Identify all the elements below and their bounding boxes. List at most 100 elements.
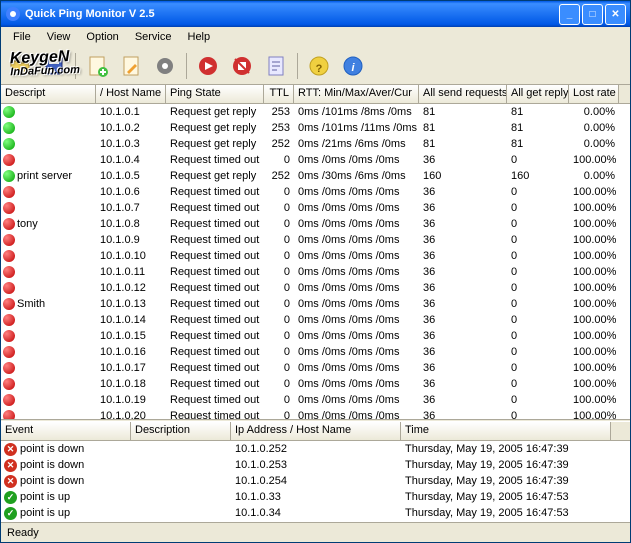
ip-cell: 10.1.0.14 (96, 314, 166, 326)
col-send[interactable]: All send requests (419, 85, 507, 103)
menu-view[interactable]: View (39, 29, 79, 45)
table-row[interactable]: 10.1.0.1Request get reply2530ms /101ms /… (1, 104, 630, 120)
ip-cell: 10.1.0.17 (96, 362, 166, 374)
ttl-cell: 253 (264, 106, 294, 118)
save-button[interactable] (39, 51, 69, 81)
menu-file[interactable]: File (5, 29, 39, 45)
table-row[interactable]: 10.1.0.18Request timed out00ms /0ms /0ms… (1, 376, 630, 392)
table-row[interactable]: 10.1.0.3Request get reply2520ms /21ms /6… (1, 136, 630, 152)
rtt-cell: 0ms /0ms /0ms /0ms (294, 314, 419, 326)
reply-cell: 0 (507, 362, 569, 374)
menu-service[interactable]: Service (127, 29, 180, 45)
table-row[interactable]: print server10.1.0.5Request get reply252… (1, 168, 630, 184)
maximize-button[interactable]: □ (582, 4, 603, 25)
event-row[interactable]: ✕point is down10.1.0.253Thursday, May 19… (1, 457, 630, 473)
event-row[interactable]: ✓point is up10.1.0.34Thursday, May 19, 2… (1, 505, 630, 521)
edit-host-button[interactable] (116, 51, 146, 81)
lost-cell: 0.00% (569, 122, 619, 134)
table-row[interactable]: 10.1.0.11Request timed out00ms /0ms /0ms… (1, 264, 630, 280)
start-button[interactable] (193, 51, 223, 81)
rtt-cell: 0ms /0ms /0ms /0ms (294, 378, 419, 390)
lost-cell: 100.00% (569, 250, 619, 262)
ip-cell: 10.1.0.6 (96, 186, 166, 198)
status-text: Ready (7, 527, 39, 539)
lost-cell: 100.00% (569, 378, 619, 390)
send-cell: 36 (419, 410, 507, 419)
ttl-cell: 0 (264, 202, 294, 214)
help-button[interactable]: ? (304, 51, 334, 81)
status-dot-icon (3, 138, 15, 150)
col-ttl[interactable]: TTL (264, 85, 294, 103)
col-description[interactable]: Descript (1, 85, 96, 103)
send-cell: 36 (419, 362, 507, 374)
table-row[interactable]: 10.1.0.12Request timed out00ms /0ms /0ms… (1, 280, 630, 296)
event-status-icon: ✕ (4, 475, 17, 488)
stop-button[interactable] (227, 51, 257, 81)
send-cell: 36 (419, 250, 507, 262)
log-button[interactable] (261, 51, 291, 81)
menu-option[interactable]: Option (78, 29, 126, 45)
menu-help[interactable]: Help (180, 29, 219, 45)
ecol-time[interactable]: Time (401, 422, 611, 440)
col-ip[interactable]: / Host Name (96, 85, 166, 103)
event-text: point is up (20, 491, 70, 503)
titlebar[interactable]: Quick Ping Monitor V 2.5 _ □ ✕ (1, 1, 630, 27)
event-row[interactable]: ✓point is up10.1.0.33Thursday, May 19, 2… (1, 489, 630, 505)
settings-button[interactable] (150, 51, 180, 81)
table-row[interactable]: 10.1.0.6Request timed out00ms /0ms /0ms … (1, 184, 630, 200)
rtt-cell: 0ms /0ms /0ms /0ms (294, 394, 419, 406)
close-button[interactable]: ✕ (605, 4, 626, 25)
rtt-cell: 0ms /0ms /0ms /0ms (294, 202, 419, 214)
add-host-button[interactable] (82, 51, 112, 81)
open-button[interactable] (5, 51, 35, 81)
lost-cell: 100.00% (569, 362, 619, 374)
col-reply[interactable]: All get reply (507, 85, 569, 103)
about-button[interactable]: i (338, 51, 368, 81)
status-dot-icon (3, 122, 15, 134)
col-lost[interactable]: Lost rate (569, 85, 619, 103)
ip-cell: 10.1.0.5 (96, 170, 166, 182)
event-status-icon: ✓ (4, 507, 17, 520)
event-row[interactable]: ✕point is down10.1.0.254Thursday, May 19… (1, 473, 630, 489)
ecol-ip[interactable]: Ip Address / Host Name (231, 422, 401, 440)
status-dot-icon (3, 234, 15, 246)
ecol-event[interactable]: Event (1, 422, 131, 440)
table-row[interactable]: 10.1.0.10Request timed out00ms /0ms /0ms… (1, 248, 630, 264)
status-dot-icon (3, 154, 15, 166)
event-time-cell: Thursday, May 19, 2005 16:47:53 (401, 491, 611, 503)
state-cell: Request timed out (166, 410, 264, 419)
lost-cell: 100.00% (569, 330, 619, 342)
status-dot-icon (3, 250, 15, 262)
table-row[interactable]: 10.1.0.4Request timed out00ms /0ms /0ms … (1, 152, 630, 168)
ip-cell: 10.1.0.10 (96, 250, 166, 262)
ttl-cell: 0 (264, 298, 294, 310)
lost-cell: 100.00% (569, 266, 619, 278)
table-row[interactable]: Smith10.1.0.13Request timed out00ms /0ms… (1, 296, 630, 312)
table-row[interactable]: 10.1.0.19Request timed out00ms /0ms /0ms… (1, 392, 630, 408)
ip-cell: 10.1.0.7 (96, 202, 166, 214)
event-list[interactable]: Event Description Ip Address / Host Name… (1, 422, 630, 522)
table-row[interactable]: 10.1.0.17Request timed out00ms /0ms /0ms… (1, 360, 630, 376)
host-list[interactable]: Descript / Host Name Ping State TTL RTT:… (1, 85, 630, 419)
col-state[interactable]: Ping State (166, 85, 264, 103)
table-row[interactable]: tony10.1.0.8Request timed out00ms /0ms /… (1, 216, 630, 232)
state-cell: Request get reply (166, 122, 264, 134)
table-row[interactable]: 10.1.0.16Request timed out00ms /0ms /0ms… (1, 344, 630, 360)
state-cell: Request timed out (166, 362, 264, 374)
send-cell: 36 (419, 314, 507, 326)
ttl-cell: 0 (264, 266, 294, 278)
ecol-description[interactable]: Description (131, 422, 231, 440)
table-row[interactable]: 10.1.0.7Request timed out00ms /0ms /0ms … (1, 200, 630, 216)
minimize-button[interactable]: _ (559, 4, 580, 25)
table-row[interactable]: 10.1.0.14Request timed out00ms /0ms /0ms… (1, 312, 630, 328)
rtt-cell: 0ms /0ms /0ms /0ms (294, 330, 419, 342)
table-row[interactable]: 10.1.0.20Request timed out00ms /0ms /0ms… (1, 408, 630, 419)
state-cell: Request timed out (166, 218, 264, 230)
table-row[interactable]: 10.1.0.9Request timed out00ms /0ms /0ms … (1, 232, 630, 248)
lost-cell: 0.00% (569, 138, 619, 150)
table-row[interactable]: 10.1.0.15Request timed out00ms /0ms /0ms… (1, 328, 630, 344)
col-rtt[interactable]: RTT: Min/Max/Aver/Cur (294, 85, 419, 103)
table-row[interactable]: 10.1.0.2Request get reply2530ms /101ms /… (1, 120, 630, 136)
svg-text:?: ? (316, 63, 323, 75)
event-row[interactable]: ✕point is down10.1.0.252Thursday, May 19… (1, 441, 630, 457)
